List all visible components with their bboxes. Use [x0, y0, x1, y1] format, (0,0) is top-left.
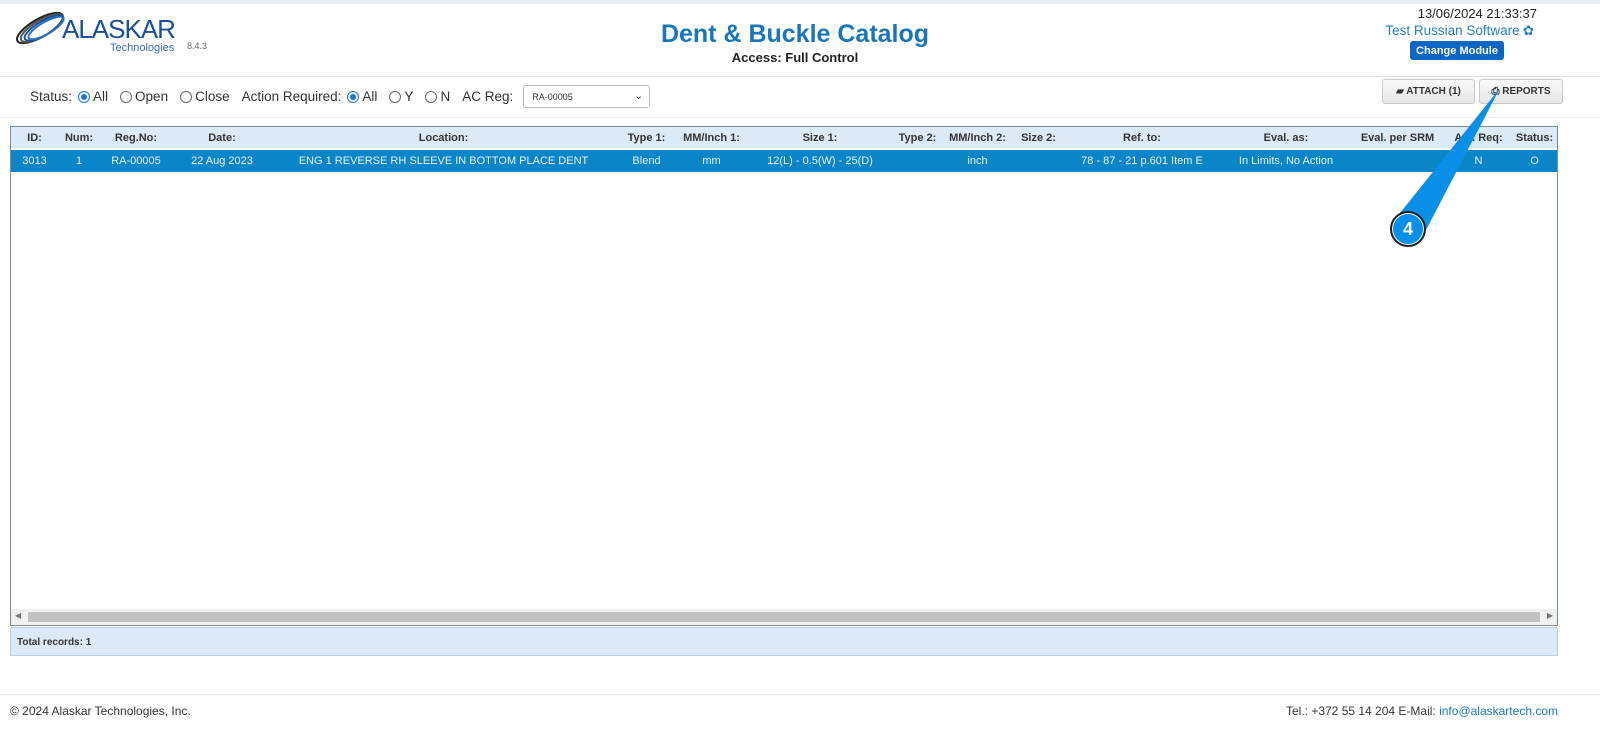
status-label: Status: — [30, 89, 73, 104]
total-records: Total records: 1 — [10, 627, 1558, 656]
status-close-label[interactable]: Close — [195, 89, 230, 104]
table-cell: 12(L) - 0.5(W) - 25(D) — [745, 148, 895, 172]
table-cell — [895, 148, 940, 172]
table-cell — [1350, 148, 1445, 172]
status-radio-open[interactable] — [120, 90, 133, 103]
table-cell: 1 — [58, 148, 100, 172]
table-header-row: ID: Num: Reg.No: Date: Location: Type 1: MM/In… — [11, 127, 1557, 149]
column-header[interactable]: MM/Inch 1: — [678, 127, 745, 149]
table-cell: Blend — [615, 148, 678, 172]
table-cell: 3013 — [11, 148, 58, 172]
column-header[interactable]: Eval. per SRM — [1350, 127, 1445, 149]
action-required-label: Action Required: — [241, 89, 342, 104]
table-cell: O — [1512, 148, 1557, 172]
table-cell: In Limits, No Action — [1222, 148, 1350, 172]
status-all-label[interactable]: All — [93, 89, 108, 104]
page-title: Dent & Buckle Catalog — [660, 20, 930, 48]
user-link[interactable]: Test Russian Software ✿ — [1385, 23, 1534, 39]
column-header[interactable]: Date: — [172, 127, 272, 149]
gear-icon[interactable]: ✿ — [1523, 23, 1534, 38]
contact-phone: Tel.: +372 55 14 204 E-Mail: — [1285, 704, 1436, 718]
scroll-right-icon[interactable]: ▶ — [1547, 611, 1553, 620]
ac-reg-label: AC Reg: — [462, 89, 514, 104]
table-cell: RA-00005 — [100, 148, 172, 172]
annotation-step-badge: 4 — [1390, 211, 1426, 247]
filters-bar: Status: All Open Close Action Required: … — [30, 85, 651, 108]
action-radio-y[interactable] — [389, 90, 402, 103]
contact-info: Tel.: +372 55 14 204 E-Mail: info@alaska… — [1286, 704, 1558, 718]
column-header[interactable]: Size 1: — [745, 127, 895, 149]
column-header[interactable]: ID: — [11, 127, 58, 149]
column-header[interactable]: Size 2: — [1015, 127, 1062, 149]
column-header[interactable]: MM/Inch 2: — [940, 127, 1015, 149]
table-cell: 22 Aug 2023 — [172, 148, 272, 172]
table-cell: inch — [940, 148, 1015, 172]
chevron-down-icon: ⌄ — [634, 90, 644, 102]
top-strip — [0, 0, 1600, 4]
scrollbar-thumb[interactable] — [28, 612, 1540, 622]
action-n-label[interactable]: N — [440, 89, 450, 104]
column-header[interactable]: Ref. to: — [1062, 127, 1222, 149]
column-header[interactable]: Status: — [1512, 127, 1557, 149]
action-radio-all[interactable] — [347, 90, 360, 103]
divider — [0, 76, 1600, 77]
access-level: Access: Full Control — [731, 50, 859, 65]
column-header[interactable]: Num: — [58, 127, 100, 149]
change-module-button[interactable]: Change Module — [1410, 41, 1504, 60]
status-radio-close[interactable] — [180, 90, 193, 103]
table-cell — [1015, 148, 1062, 172]
column-header[interactable]: Type 2: — [895, 127, 940, 149]
datetime: 13/06/2024 21:33:37 — [1417, 6, 1537, 21]
divider — [0, 117, 1600, 118]
column-header[interactable]: Eval. as: — [1222, 127, 1350, 149]
column-header[interactable]: Type 1: — [615, 127, 678, 149]
table-row[interactable]: 3013 1 RA-00005 22 Aug 2023 ENG 1 REVERSE RH… — [11, 148, 1557, 172]
reports-label: REPORTS — [1502, 86, 1551, 97]
action-all-label[interactable]: All — [362, 89, 377, 104]
divider — [0, 694, 1600, 695]
column-header[interactable]: Act. Req: — [1445, 127, 1512, 149]
reports-button[interactable]: ⎙ REPORTS — [1479, 79, 1563, 104]
scroll-left-icon[interactable]: ◀ — [15, 611, 21, 620]
status-open-label[interactable]: Open — [135, 89, 168, 104]
column-header[interactable]: Location: — [272, 127, 615, 149]
status-radio-all[interactable] — [78, 90, 91, 103]
email-link[interactable]: info@alaskartech.com — [1439, 704, 1558, 718]
attach-button[interactable]: ▰ ATTACH (1) — [1382, 79, 1475, 104]
horizontal-scrollbar[interactable]: ◀ ▶ — [11, 609, 1557, 625]
column-header[interactable]: Reg.No: — [100, 127, 172, 149]
table-cell: N — [1445, 148, 1512, 172]
folder-open-icon: ▰ — [1396, 86, 1404, 97]
ac-reg-select[interactable]: RA-00005 ⌄ — [523, 85, 651, 108]
table-cell: ENG 1 REVERSE RH SLEEVE IN BOTTOM PLACE … — [272, 148, 615, 172]
ac-reg-value: RA-00005 — [532, 92, 573, 102]
copyright: © 2024 Alaskar Technologies, Inc. — [10, 704, 191, 718]
table-cell: mm — [678, 148, 745, 172]
attach-label: ATTACH (1) — [1406, 86, 1461, 97]
action-radio-n[interactable] — [425, 90, 438, 103]
records-grid: ID: Num: Reg.No: Date: Location: Type 1: MM/In… — [10, 126, 1558, 626]
user-name[interactable]: Test Russian Software — [1385, 23, 1519, 38]
print-icon: ⎙ — [1491, 86, 1500, 97]
table-cell: 78 - 87 - 21 p.601 Item E — [1062, 148, 1222, 172]
action-y-label[interactable]: Y — [404, 89, 413, 104]
